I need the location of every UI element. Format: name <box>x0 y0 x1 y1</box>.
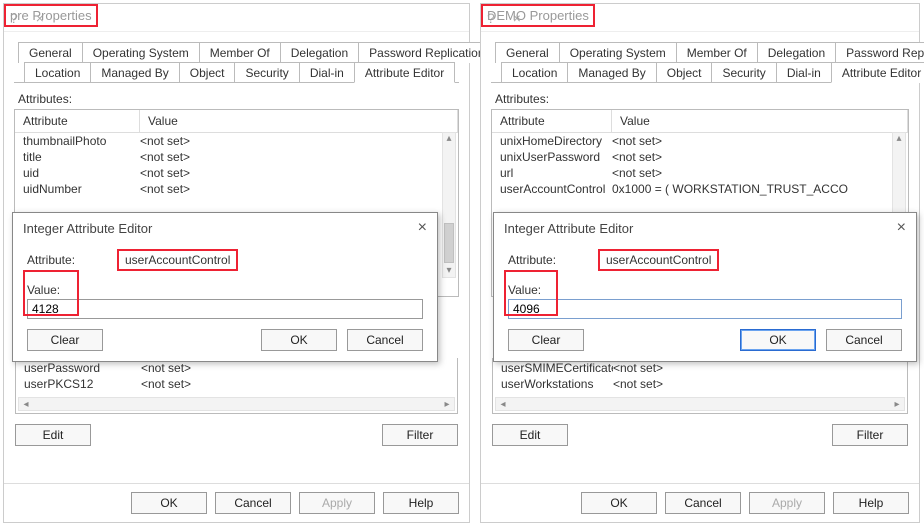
apply-button[interactable]: Apply <box>749 492 825 514</box>
tab-general[interactable]: General <box>495 42 560 63</box>
modal-title: Integer Attribute Editor <box>504 221 633 236</box>
cancel-button[interactable]: Cancel <box>665 492 741 514</box>
properties-dialog-left: pre Properties ? × General Operating Sys… <box>3 3 470 523</box>
tab-strip: General Operating System Member Of Deleg… <box>14 42 459 86</box>
integer-attribute-editor-dialog: Integer Attribute Editor × Attribute: us… <box>12 212 438 362</box>
close-icon[interactable]: × <box>897 219 906 237</box>
help-button[interactable]: Help <box>383 492 459 514</box>
edit-button[interactable]: Edit <box>15 424 91 446</box>
modal-title: Integer Attribute Editor <box>23 221 152 236</box>
value-label: Value: <box>508 283 541 297</box>
table-row[interactable]: title <not set> <box>15 149 458 165</box>
tab-dialin[interactable]: Dial-in <box>299 62 355 83</box>
cancel-button[interactable]: Cancel <box>215 492 291 514</box>
scroll-right-icon[interactable]: ▸ <box>440 399 454 410</box>
tab-operating-system[interactable]: Operating System <box>559 42 677 63</box>
tab-delegation[interactable]: Delegation <box>757 42 836 63</box>
tab-member-of[interactable]: Member Of <box>676 42 758 63</box>
grid-header: Attribute Value <box>492 110 908 133</box>
table-row[interactable]: url <not set> <box>492 165 908 181</box>
vertical-scrollbar[interactable]: ▴ ▾ <box>442 132 456 278</box>
ok-button[interactable]: OK <box>131 492 207 514</box>
scroll-up-icon[interactable]: ▴ <box>443 133 455 145</box>
table-row[interactable]: thumbnailPhoto <not set> <box>15 133 458 149</box>
scroll-thumb[interactable] <box>444 223 454 263</box>
tab-security[interactable]: Security <box>711 62 776 83</box>
scroll-left-icon[interactable]: ◂ <box>496 399 510 410</box>
dialog-footer: OK Cancel Apply Help <box>4 483 469 522</box>
tab-location[interactable]: Location <box>501 62 568 83</box>
scroll-right-icon[interactable]: ▸ <box>890 399 904 410</box>
value-input[interactable] <box>508 299 902 319</box>
filter-button[interactable]: Filter <box>382 424 458 446</box>
scroll-down-icon[interactable]: ▾ <box>443 265 455 277</box>
table-row[interactable]: userWorkstations <not set> <box>493 376 907 392</box>
scroll-up-icon[interactable]: ▴ <box>893 133 905 145</box>
ok-button[interactable]: OK <box>261 329 337 351</box>
table-row[interactable]: uidNumber <not set> <box>15 181 458 197</box>
titlebar: pre Properties ? × <box>4 4 469 32</box>
scroll-left-icon[interactable]: ◂ <box>19 399 33 410</box>
tab-dialin[interactable]: Dial-in <box>776 62 832 83</box>
integer-attribute-editor-dialog: Integer Attribute Editor × Attribute: us… <box>493 212 917 362</box>
table-row[interactable]: unixUserPassword <not set> <box>492 149 908 165</box>
attributes-label: Attributes: <box>495 92 909 106</box>
attributes-grid-continued: userPassword <not set> userPKCS12 <not s… <box>15 358 458 446</box>
table-row[interactable]: uid <not set> <box>15 165 458 181</box>
attributes-grid-continued: userSMIMECertificate <not set> userWorks… <box>492 358 908 446</box>
tab-attribute-editor[interactable]: Attribute Editor <box>354 62 455 83</box>
titlebar: DEMO Properties ? × <box>481 4 919 32</box>
horizontal-scrollbar[interactable]: ◂ ▸ <box>495 397 905 411</box>
dialog-body: General Operating System Member Of Deleg… <box>4 32 469 483</box>
cancel-button[interactable]: Cancel <box>826 329 902 351</box>
value-label: Value: <box>27 283 60 297</box>
tab-security[interactable]: Security <box>234 62 299 83</box>
ok-button[interactable]: OK <box>581 492 657 514</box>
edit-button[interactable]: Edit <box>492 424 568 446</box>
tab-strip: General Operating System Member Of Deleg… <box>491 42 909 86</box>
col-value[interactable]: Value <box>612 110 908 132</box>
value-input[interactable] <box>27 299 423 319</box>
grid-header: Attribute Value <box>15 110 458 133</box>
tab-general[interactable]: General <box>18 42 83 63</box>
attribute-name: userAccountControl <box>117 249 238 271</box>
tab-object[interactable]: Object <box>179 62 236 83</box>
attribute-label: Attribute: <box>508 253 598 267</box>
tab-attribute-editor[interactable]: Attribute Editor <box>831 62 924 83</box>
tab-object[interactable]: Object <box>656 62 713 83</box>
clear-button[interactable]: Clear <box>27 329 103 351</box>
tab-managed-by[interactable]: Managed By <box>90 62 179 83</box>
tab-location[interactable]: Location <box>24 62 91 83</box>
ok-button[interactable]: OK <box>740 329 816 351</box>
table-row[interactable]: unixHomeDirectory <not set> <box>492 133 908 149</box>
table-row[interactable]: userAccountControl 0x1000 = ( WORKSTATIO… <box>492 181 908 197</box>
filter-button[interactable]: Filter <box>832 424 908 446</box>
tab-operating-system[interactable]: Operating System <box>82 42 200 63</box>
window-title: DEMO Properties <box>481 4 595 27</box>
clear-button[interactable]: Clear <box>508 329 584 351</box>
table-row[interactable]: userPKCS12 <not set> <box>16 376 457 392</box>
dialog-body: General Operating System Member Of Deleg… <box>481 32 919 483</box>
tab-managed-by[interactable]: Managed By <box>567 62 656 83</box>
horizontal-scrollbar[interactable]: ◂ ▸ <box>18 397 455 411</box>
help-button[interactable]: Help <box>833 492 909 514</box>
col-value[interactable]: Value <box>140 110 458 132</box>
table-row[interactable]: userSMIMECertificate <not set> <box>493 360 907 376</box>
properties-dialog-right: DEMO Properties ? × General Operating Sy… <box>480 3 920 523</box>
tab-delegation[interactable]: Delegation <box>280 42 359 63</box>
apply-button[interactable]: Apply <box>299 492 375 514</box>
attributes-label: Attributes: <box>18 92 459 106</box>
window-title: pre Properties <box>4 4 98 27</box>
tab-password-replication[interactable]: Password Replication <box>358 42 495 63</box>
dialog-footer: OK Cancel Apply Help <box>481 483 919 522</box>
col-attribute[interactable]: Attribute <box>15 110 140 132</box>
tab-password-replication[interactable]: Password Replication <box>835 42 924 63</box>
cancel-button[interactable]: Cancel <box>347 329 423 351</box>
attribute-name: userAccountControl <box>598 249 719 271</box>
tab-member-of[interactable]: Member Of <box>199 42 281 63</box>
close-icon[interactable]: × <box>418 219 427 237</box>
attribute-label: Attribute: <box>27 253 117 267</box>
col-attribute[interactable]: Attribute <box>492 110 612 132</box>
table-row[interactable]: userPassword <not set> <box>16 360 457 376</box>
